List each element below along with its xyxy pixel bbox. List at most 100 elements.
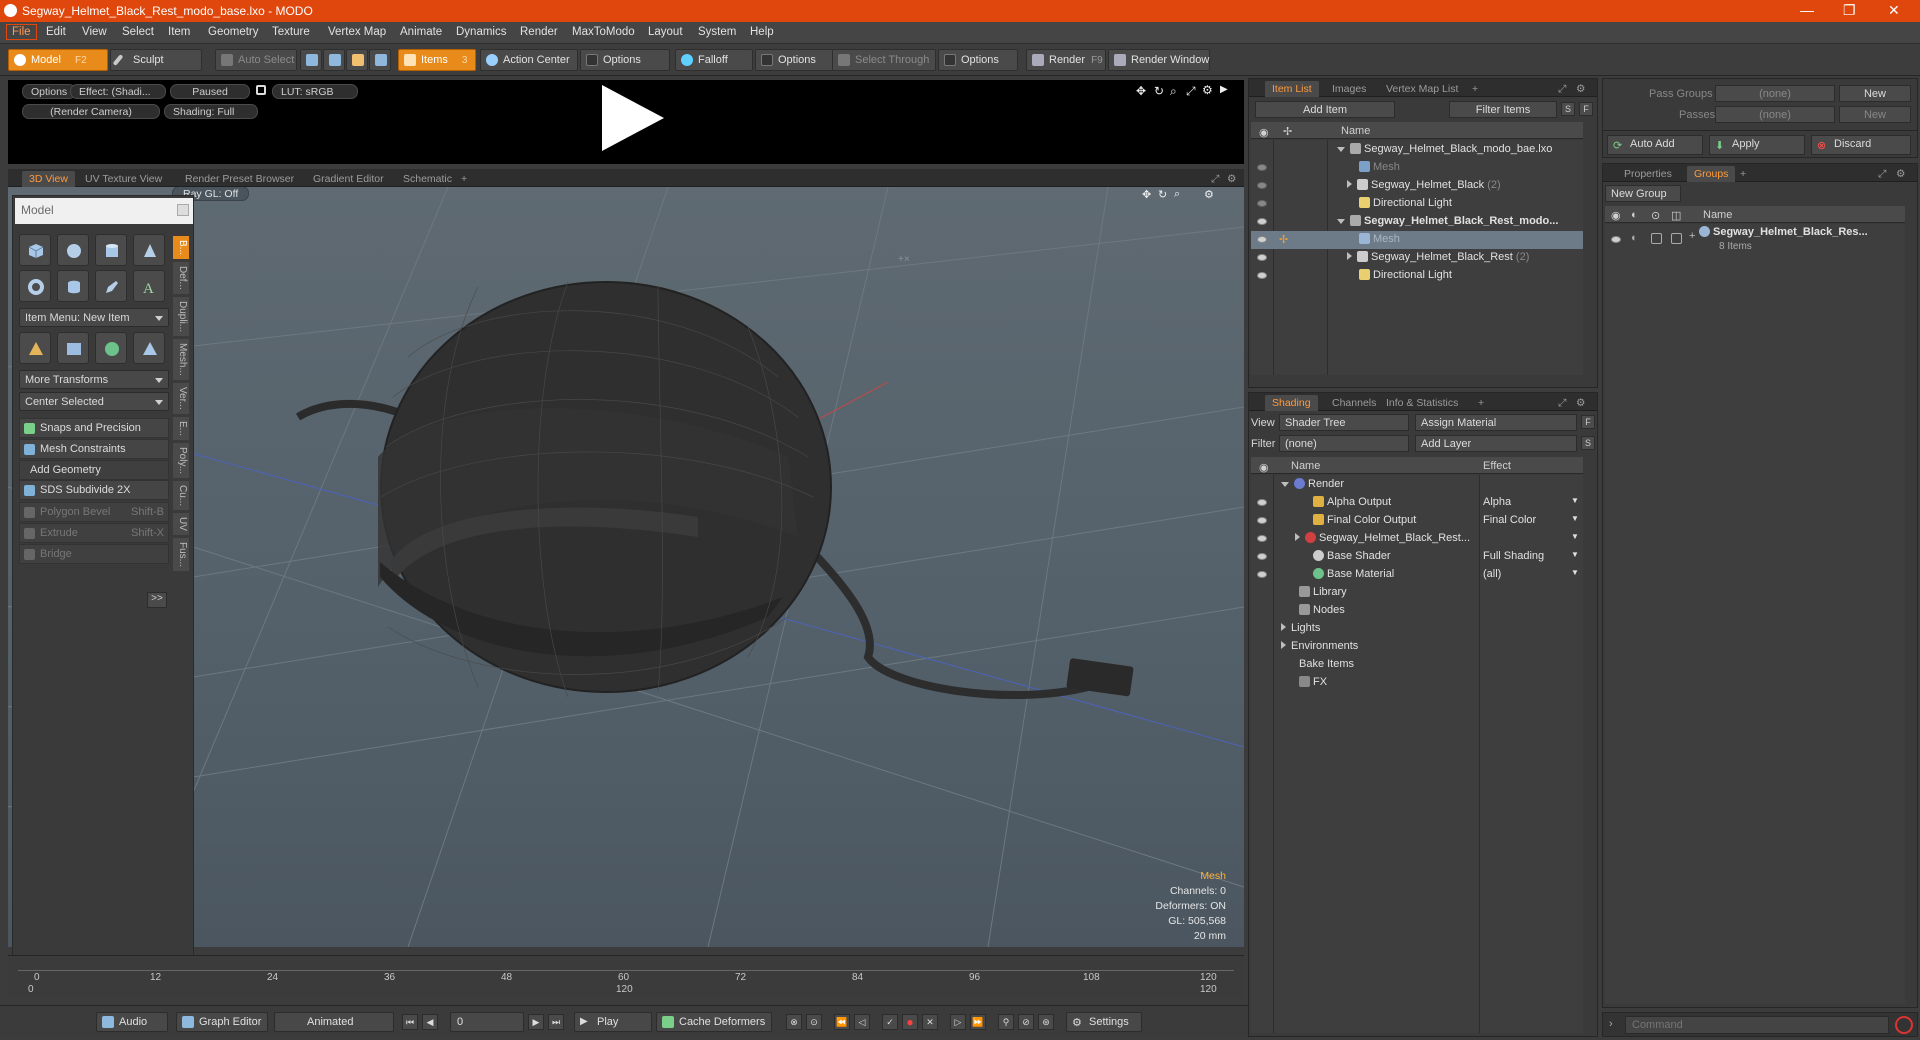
- sds-subdivide-button[interactable]: SDS Subdivide 2X: [19, 480, 169, 500]
- item-row-group-rest[interactable]: Segway_Helmet_Black_Rest (2): [1251, 249, 1583, 267]
- grid-button[interactable]: [57, 332, 89, 364]
- shader-row-bake-items[interactable]: Bake Items: [1251, 656, 1583, 674]
- play-button[interactable]: ▶ Play: [574, 1012, 652, 1032]
- shading-s-button[interactable]: S: [1581, 436, 1595, 450]
- auto-select-button[interactable]: Auto Select: [215, 49, 297, 71]
- sculpt-mode-button[interactable]: Sculpt: [110, 49, 202, 71]
- tab-groups[interactable]: Groups: [1687, 166, 1736, 182]
- command-expand-icon[interactable]: ›: [1609, 1018, 1613, 1030]
- shader-row-environments[interactable]: Environments: [1251, 638, 1583, 656]
- shader-row-base-material[interactable]: Base Material (all) ▼: [1251, 566, 1583, 584]
- record-icon[interactable]: ●: [902, 1014, 918, 1030]
- next-key-jump-icon[interactable]: ⏩: [970, 1014, 986, 1030]
- shader-row-fx[interactable]: FX: [1251, 674, 1583, 692]
- tab-item-list[interactable]: Item List: [1265, 81, 1319, 97]
- mesh-constraints-button[interactable]: Mesh Constraints: [19, 439, 169, 459]
- bridge-button[interactable]: Bridge: [19, 544, 169, 564]
- preview-camera-dropdown[interactable]: (Render Camera): [22, 104, 160, 119]
- tab-render-preset-browser[interactable]: Render Preset Browser: [178, 171, 301, 187]
- item-row-group[interactable]: Segway_Helmet_Black (2): [1251, 177, 1583, 195]
- tab-images[interactable]: Images: [1325, 81, 1373, 97]
- vtab-mesh-edit[interactable]: Mesh...: [173, 339, 189, 380]
- falloff-options-button[interactable]: Options: [755, 49, 835, 71]
- autokey-icon[interactable]: ⊙: [806, 1014, 822, 1030]
- item-list-s-button[interactable]: S: [1561, 102, 1575, 116]
- tab-schematic[interactable]: Schematic: [396, 171, 459, 187]
- add-geometry-section[interactable]: Add Geometry: [19, 460, 169, 480]
- pyramid-button[interactable]: [133, 332, 165, 364]
- audio-button[interactable]: Audio: [96, 1012, 168, 1032]
- tab-properties[interactable]: Properties: [1617, 166, 1679, 182]
- shader-row-base-shader[interactable]: Base Shader Full Shading ▼: [1251, 548, 1583, 566]
- tab-uv-texture-view[interactable]: UV Texture View: [78, 171, 169, 187]
- menu-file[interactable]: File: [6, 24, 37, 40]
- tab-shading[interactable]: Shading: [1265, 395, 1318, 411]
- play-icon[interactable]: [602, 85, 664, 151]
- filter-items-input[interactable]: Filter Items: [1449, 101, 1557, 118]
- vtab-vertex[interactable]: Ver...: [173, 382, 189, 414]
- item-menu-dropdown[interactable]: Item Menu: New Item: [19, 308, 169, 327]
- item-row-mesh[interactable]: Mesh: [1251, 159, 1583, 177]
- new-pass-button[interactable]: New: [1839, 106, 1911, 123]
- animated-dropdown[interactable]: Animated: [274, 1012, 394, 1032]
- filter-dropdown[interactable]: (none): [1279, 435, 1409, 452]
- menu-layout[interactable]: Layout: [648, 26, 683, 38]
- shading-gear-icon[interactable]: ⚙: [1569, 395, 1592, 411]
- skip-end-icon[interactable]: ⏭: [548, 1014, 564, 1030]
- prev-key-jump-icon[interactable]: ⏪: [834, 1014, 850, 1030]
- timeline[interactable]: 0 12 24 36 48 60 72 84 96 108 120 0 120 …: [8, 955, 1244, 997]
- vtab-edge[interactable]: E...: [173, 416, 189, 440]
- zoom-icon[interactable]: ⌕: [1170, 84, 1177, 99]
- shader-row-nodes[interactable]: Nodes: [1251, 602, 1583, 620]
- minimize-icon[interactable]: —: [1800, 2, 1814, 18]
- shading-f-button[interactable]: F: [1581, 415, 1595, 429]
- shader-row-final-color[interactable]: Final Color Output Final Color ▼: [1251, 512, 1583, 530]
- prev-key-icon[interactable]: ◀: [422, 1014, 438, 1030]
- polygons-mode-button[interactable]: [346, 49, 368, 71]
- shader-row-render[interactable]: Render: [1251, 476, 1583, 494]
- model-mode-button[interactable]: Model F2: [8, 49, 108, 71]
- discard-button[interactable]: ⊗ Discard: [1811, 135, 1911, 155]
- falloff-button[interactable]: Falloff: [675, 49, 753, 71]
- lock-icon[interactable]: [256, 85, 266, 95]
- item-list-f-button[interactable]: F: [1579, 102, 1593, 116]
- preview-lut-dropdown[interactable]: LUT: sRGB: [272, 84, 358, 99]
- tab-3d-view[interactable]: 3D View: [22, 171, 75, 187]
- groups-gear-icon[interactable]: ⚙: [1889, 166, 1912, 182]
- command-history-icon[interactable]: [1895, 1016, 1913, 1034]
- item-row-mesh-selected[interactable]: ✢ Mesh: [1251, 231, 1583, 249]
- passes-dropdown[interactable]: (none): [1715, 106, 1835, 123]
- render-window-button[interactable]: Render Window: [1108, 49, 1210, 71]
- item-row-light-rest[interactable]: Directional Light: [1251, 267, 1583, 285]
- channel-icon[interactable]: ⚲: [998, 1014, 1014, 1030]
- clear-icon[interactable]: ⊛: [1038, 1014, 1054, 1030]
- more-transforms-dropdown[interactable]: More Transforms: [19, 370, 169, 389]
- group-row[interactable]: ◐ + Segway_Helmet_Black_Res... 8 Items: [1605, 226, 1905, 256]
- item-row-light[interactable]: Directional Light: [1251, 195, 1583, 213]
- snaps-precision-button[interactable]: Snaps and Precision: [19, 418, 169, 438]
- torus-button[interactable]: [19, 270, 51, 302]
- panel-gear-icon[interactable]: ⚙: [1569, 81, 1592, 97]
- menu-select[interactable]: Select: [122, 26, 154, 38]
- menu-help[interactable]: Help: [750, 26, 774, 38]
- add-shading-tab-icon[interactable]: +: [1471, 395, 1491, 411]
- preview-paused-button[interactable]: Paused: [170, 84, 250, 99]
- add-layer-dropdown[interactable]: Add Layer: [1415, 435, 1577, 452]
- maximize-icon[interactable]: ❐: [1843, 2, 1856, 19]
- viewport-settings-icon[interactable]: ⚙: [1204, 188, 1214, 201]
- menu-item[interactable]: Item: [168, 26, 190, 38]
- rotate-icon[interactable]: ↻: [1154, 84, 1164, 98]
- vertices-mode-button[interactable]: [300, 49, 322, 71]
- menu-geometry[interactable]: Geometry: [208, 26, 259, 38]
- select-through-button[interactable]: Select Through: [832, 49, 936, 71]
- move-icon[interactable]: ✥: [1136, 84, 1146, 98]
- action-center-button[interactable]: Action Center: [480, 49, 578, 71]
- panel-close-icon[interactable]: [177, 204, 189, 216]
- close-icon[interactable]: ✕: [1888, 2, 1900, 19]
- shader-row-material-group[interactable]: Segway_Helmet_Black_Rest... ▼: [1251, 530, 1583, 548]
- extrude-button[interactable]: Extrude Shift-X: [19, 523, 169, 543]
- item-row-scene-rest[interactable]: Segway_Helmet_Black_Rest_modo...: [1251, 213, 1583, 231]
- key-mark-icon[interactable]: ✓: [882, 1014, 898, 1030]
- settings-button[interactable]: ⚙ Settings: [1066, 1012, 1142, 1032]
- frame-input[interactable]: 0: [450, 1012, 524, 1032]
